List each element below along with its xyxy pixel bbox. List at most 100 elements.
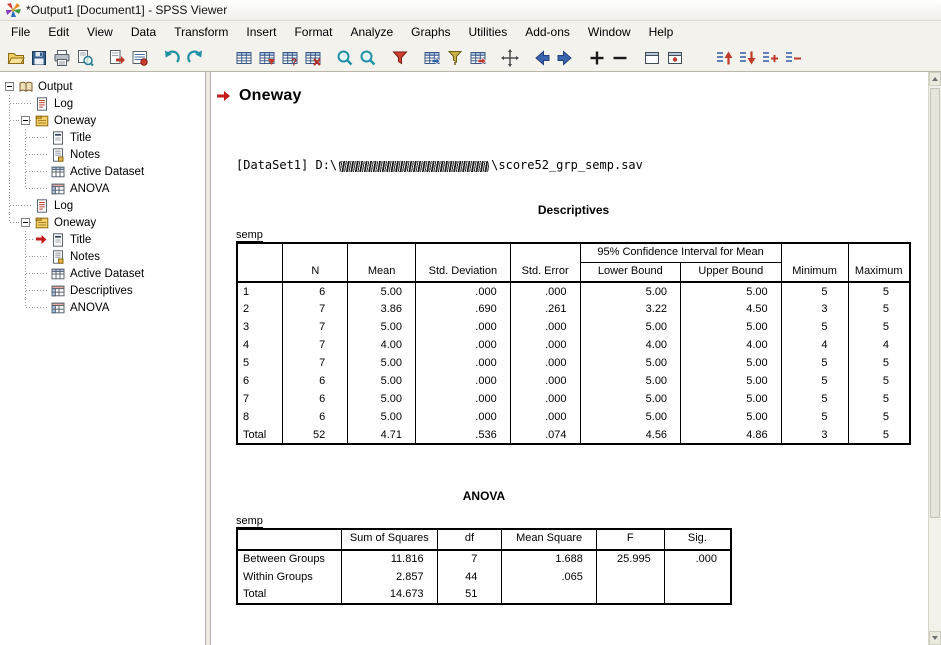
outline-item-notes[interactable]: Notes <box>2 248 205 265</box>
menu-transform[interactable]: Transform <box>165 21 237 44</box>
expand-outline-button[interactable] <box>758 46 781 70</box>
tree-guide <box>2 163 18 180</box>
expander-minus[interactable] <box>5 82 14 91</box>
anova-table[interactable]: Sum of Squares df Mean Square F Sig. Bet… <box>236 528 732 604</box>
descriptives-caption-row: semp <box>236 225 911 240</box>
table-row: 375.00.000.0005.005.0055 <box>237 318 910 336</box>
designate-window-button[interactable] <box>443 46 466 70</box>
output-pane: Oneway [DataSet1] D:\\score52_grp_semp.s… <box>211 72 928 645</box>
recall-dialogs-button[interactable] <box>128 46 151 70</box>
tree-guide <box>2 78 18 95</box>
menu-data[interactable]: Data <box>122 21 165 44</box>
pivot-icon <box>51 182 65 196</box>
menu-format[interactable]: Format <box>285 21 341 44</box>
print-preview-button[interactable] <box>73 46 96 70</box>
scroll-down-button[interactable] <box>929 631 941 645</box>
menu-addons[interactable]: Add-ons <box>516 21 579 44</box>
redacted-path-scribble <box>339 161 489 172</box>
outline-item-active-dataset[interactable]: Active Dataset <box>2 163 205 180</box>
expand-item-button[interactable] <box>585 46 608 70</box>
minus-icon <box>611 49 629 67</box>
output-document: Oneway [DataSet1] D:\\score52_grp_semp.s… <box>211 72 928 645</box>
menu-edit[interactable]: Edit <box>39 21 78 44</box>
export-button[interactable] <box>105 46 128 70</box>
tree-guide <box>18 231 34 248</box>
hide-item-button[interactable] <box>663 46 686 70</box>
tree-indent <box>18 95 34 112</box>
value-cell: .261 <box>510 300 580 318</box>
show-item-button[interactable] <box>640 46 663 70</box>
table-row: Between Groups11.81671.68825.995.000 <box>237 550 731 568</box>
title-icon <box>51 131 65 145</box>
column-header-n: N <box>283 243 348 282</box>
outline-item-notes[interactable]: Notes <box>2 146 205 163</box>
spss-app-icon <box>5 2 21 18</box>
print-button[interactable] <box>50 46 73 70</box>
value-cell: 6 <box>283 390 348 408</box>
zoom-in-button[interactable] <box>333 46 356 70</box>
collapse-item-button[interactable] <box>608 46 631 70</box>
menu-file[interactable]: File <box>2 21 39 44</box>
tree-indent <box>34 163 50 180</box>
goto-data-button[interactable] <box>232 46 255 70</box>
table-row: 474.00.000.0004.004.0044 <box>237 336 910 354</box>
menu-view[interactable]: View <box>78 21 122 44</box>
use-sets-button[interactable] <box>388 46 411 70</box>
save-button[interactable] <box>27 46 50 70</box>
menu-window[interactable]: Window <box>579 21 640 44</box>
table-row: 273.86.690.2613.224.5035 <box>237 300 910 318</box>
outline-item-output[interactable]: Output <box>2 78 205 95</box>
vertical-scrollbar[interactable] <box>928 72 941 645</box>
tree-guide <box>18 248 34 265</box>
outline-item-label: Notes <box>68 251 102 263</box>
promote-outline-button[interactable] <box>712 46 735 70</box>
menu-analyze[interactable]: Analyze <box>341 21 402 44</box>
scroll-up-button[interactable] <box>929 72 941 86</box>
value-cell: 5 <box>848 354 910 372</box>
redo-button[interactable] <box>183 46 206 70</box>
value-cell: 5.00 <box>681 372 782 390</box>
scrollbar-track[interactable] <box>929 86 941 631</box>
value-cell: 5 <box>848 426 910 444</box>
outline-item-title[interactable]: Title <box>2 231 205 248</box>
outline-item-anova[interactable]: ANOVA <box>2 299 205 316</box>
insert-break-button[interactable] <box>498 46 521 70</box>
goto-case-button[interactable] <box>255 46 278 70</box>
variables-button[interactable]: ? <box>278 46 301 70</box>
outline-item-anova[interactable]: ANOVA <box>2 180 205 197</box>
select-last-output-button[interactable] <box>420 46 443 70</box>
menu-utilities[interactable]: Utilities <box>460 21 517 44</box>
find-button[interactable] <box>301 46 324 70</box>
current-item-arrow-icon <box>36 234 47 245</box>
outline-item-title[interactable]: Title <box>2 129 205 146</box>
undo-button[interactable] <box>160 46 183 70</box>
dataset-icon <box>51 267 65 281</box>
value-cell: 4.86 <box>681 426 782 444</box>
collapse-outline-button[interactable] <box>781 46 804 70</box>
previous-output-button[interactable] <box>530 46 553 70</box>
tree-guide <box>2 112 18 129</box>
outline-item-oneway[interactable]: Oneway <box>2 214 205 231</box>
demote-outline-button[interactable] <box>735 46 758 70</box>
outline-item-log[interactable]: Log <box>2 95 205 112</box>
next-output-button[interactable] <box>553 46 576 70</box>
goto-output-button[interactable] <box>466 46 489 70</box>
svg-text:?: ? <box>291 57 297 67</box>
outline-item-log[interactable]: Log <box>2 197 205 214</box>
menu-help[interactable]: Help <box>640 21 683 44</box>
expander-minus[interactable] <box>21 116 30 125</box>
scrollbar-thumb[interactable] <box>930 88 940 518</box>
outline-item-oneway[interactable]: Oneway <box>2 112 205 129</box>
descriptives-table[interactable]: N Mean Std. Deviation Std. Error 95% Con… <box>236 242 911 445</box>
expander-minus[interactable] <box>21 218 30 227</box>
outline-item-active-dataset[interactable]: Active Dataset <box>2 265 205 282</box>
notes-icon <box>51 250 65 264</box>
menu-insert[interactable]: Insert <box>237 21 285 44</box>
zoom-out-button[interactable] <box>356 46 379 70</box>
value-cell <box>502 586 597 604</box>
tree-indent <box>34 146 50 163</box>
outline-item-descriptives[interactable]: Descriptives <box>2 282 205 299</box>
open-button[interactable] <box>4 46 27 70</box>
menu-graphs[interactable]: Graphs <box>402 21 459 44</box>
value-cell: 7 <box>437 550 502 568</box>
